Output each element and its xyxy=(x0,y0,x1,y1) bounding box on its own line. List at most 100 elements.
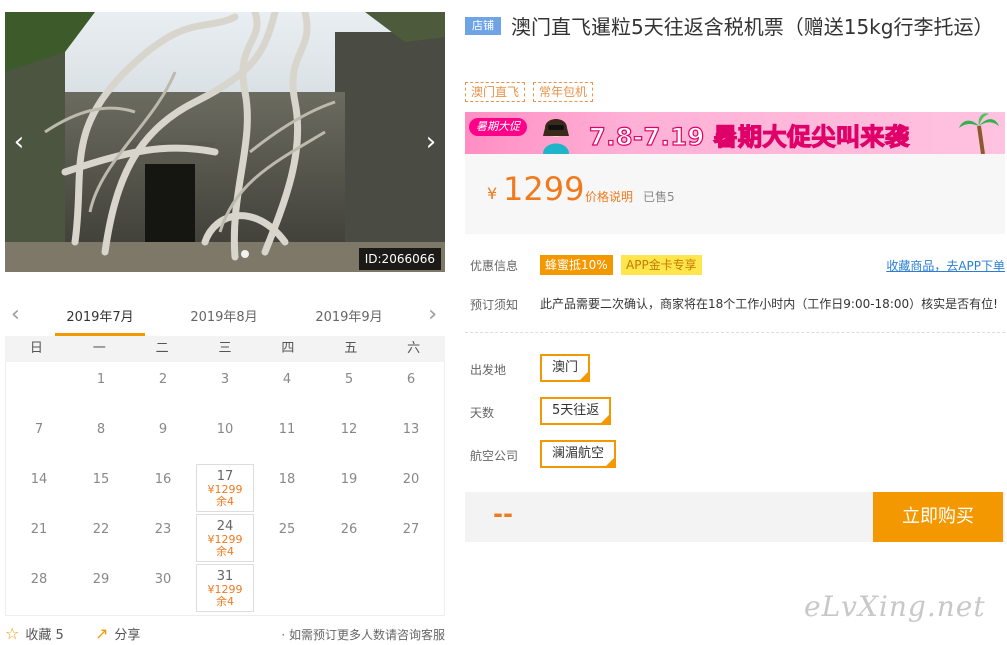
day-number: 16 xyxy=(154,472,172,487)
next-month-icon[interactable]: › xyxy=(428,302,437,327)
day-number: 14 xyxy=(30,472,48,487)
month-tab-august[interactable]: 2019年8月 xyxy=(179,306,269,336)
day-number: 9 xyxy=(158,422,168,437)
favorite-button[interactable]: ☆ 收藏 5 xyxy=(5,624,64,643)
calendar-day: 5 xyxy=(318,364,380,414)
calendar-day: 16 xyxy=(132,464,194,514)
departure-option[interactable]: 澳门 xyxy=(540,354,591,383)
airline-option[interactable]: 澜湄航空 xyxy=(540,440,617,469)
day-number: 12 xyxy=(340,422,358,437)
price-amount: 1299 xyxy=(503,170,585,208)
calendar-day: 23 xyxy=(132,514,194,564)
day-number: 29 xyxy=(92,572,110,587)
weekday: 日 xyxy=(29,341,43,356)
favorite-label: 收藏 5 xyxy=(25,628,64,643)
calendar-day-available[interactable]: 24 ¥1299 余4 xyxy=(196,514,254,562)
day-number: 1 xyxy=(96,372,106,387)
product-tag: 常年包机 xyxy=(533,82,594,102)
promo-girl-icon xyxy=(543,119,569,154)
share-icon: ↗ xyxy=(95,624,109,643)
booking-notice: 此产品需要二次确认，商家将在18个工作小时内（工作日9:00-18:00）核实是… xyxy=(540,297,998,311)
calendar-day: 29 xyxy=(70,564,132,614)
day-number: 10 xyxy=(216,422,234,437)
day-number: 22 xyxy=(92,522,110,537)
shop-badge: 店铺 xyxy=(465,17,501,35)
calendar-day: 10 xyxy=(194,414,256,464)
calendar-month-nav: ‹ 2019年7月 2019年8月 2019年9月 › xyxy=(5,298,445,336)
day-number: 19 xyxy=(340,472,358,487)
price-currency: ¥ xyxy=(487,184,498,203)
calendar-day: 18 xyxy=(256,464,318,514)
days-option[interactable]: 5天往返 xyxy=(540,397,612,426)
calendar-day-available[interactable]: 31 ¥1299 余4 xyxy=(196,564,254,612)
day-number: 28 xyxy=(30,572,48,587)
day-number: 4 xyxy=(282,372,292,387)
day-stock: 余4 xyxy=(216,495,234,508)
calendar-day: 20 xyxy=(380,464,442,514)
day-number: 8 xyxy=(96,422,106,437)
total-price: -- xyxy=(493,500,513,528)
day-number: 21 xyxy=(30,522,48,537)
calendar-day-available[interactable]: 17 ¥1299 余4 xyxy=(196,464,254,512)
group-booking-note: · 如需预订更多人数请咨询客服 xyxy=(281,628,445,642)
discount-label: 优惠信息 xyxy=(470,259,519,273)
temple-photo xyxy=(5,12,445,272)
weekday: 三 xyxy=(218,341,232,356)
month-tab-july[interactable]: 2019年7月 xyxy=(55,306,145,336)
price-box: ¥ 1299 价格说明 已售5 xyxy=(465,154,1005,234)
calendar-day: 11 xyxy=(256,414,318,464)
day-number: 18 xyxy=(278,472,296,487)
prev-month-icon[interactable]: ‹ xyxy=(11,302,20,327)
promo-banner[interactable]: 暑期大促 7.8-7.19 暑期大促尖叫来袭 xyxy=(465,112,1005,154)
calendar-footer: ☆ 收藏 5 ↗ 分享 · 如需预订更多人数请咨询客服 xyxy=(5,624,445,644)
day-number: 6 xyxy=(406,372,416,387)
share-label: 分享 xyxy=(114,628,141,643)
product-image-gallery[interactable]: ‹ › ID:2066066 xyxy=(5,12,445,272)
palm-tree-icon xyxy=(959,113,999,154)
calendar-day: 26 xyxy=(318,514,380,564)
weekday: 六 xyxy=(407,341,421,356)
product-tag: 澳门直飞 xyxy=(465,82,526,102)
promo-text: 7.8-7.19 暑期大促尖叫来袭 xyxy=(588,122,910,151)
day-number: 3 xyxy=(220,372,230,387)
product-tags: 澳门直飞 常年包机 xyxy=(465,82,594,102)
promo-pill: 暑期大促 xyxy=(469,118,527,136)
gallery-page-dot[interactable] xyxy=(241,250,249,258)
image-id-label: ID:2066066 xyxy=(358,248,441,270)
calendar-grid: 1 2 3 4 5 6 7 8 9 10 11 12 13 14 15 16 17 ¥1299 余4 18 19 20 21… xyxy=(5,362,445,616)
notice-label: 预订须知 xyxy=(470,298,519,312)
month-tab-september[interactable]: 2019年9月 xyxy=(304,306,394,336)
day-number: 31 xyxy=(216,569,234,584)
day-number: 30 xyxy=(154,572,172,587)
day-number: 2 xyxy=(158,372,168,387)
discount-badge-app: APP金卡专享 xyxy=(621,255,702,275)
calendar-day: 14 xyxy=(8,464,70,514)
calendar-day: 1 xyxy=(70,364,132,414)
share-button[interactable]: ↗ 分享 xyxy=(95,624,140,643)
buy-now-button[interactable]: 立即购买 xyxy=(873,492,1003,542)
day-number: 24 xyxy=(216,519,234,534)
favorite-app-link[interactable]: 收藏商品，去APP下单 xyxy=(886,257,1005,274)
calendar-day: 22 xyxy=(70,514,132,564)
option-label-airline: 航空公司 xyxy=(470,449,519,463)
day-number: 26 xyxy=(340,522,358,537)
day-number: 5 xyxy=(344,372,354,387)
weekday: 四 xyxy=(281,341,295,356)
sold-count: 已售5 xyxy=(643,190,675,204)
gallery-next-icon[interactable]: › xyxy=(421,129,441,155)
price-explain-link[interactable]: 价格说明 xyxy=(585,188,633,205)
weekday: 一 xyxy=(92,341,106,356)
calendar-day: 3 xyxy=(194,364,256,414)
divider xyxy=(465,332,1005,333)
gallery-prev-icon[interactable]: ‹ xyxy=(9,129,29,155)
calendar-day xyxy=(380,564,442,614)
discount-badge-honey: 蜂蜜抵10% xyxy=(540,255,613,275)
calendar-day: 30 xyxy=(132,564,194,614)
calendar-day: 25 xyxy=(256,514,318,564)
day-stock: 余4 xyxy=(216,595,234,608)
day-number: 25 xyxy=(278,522,296,537)
day-number: 20 xyxy=(402,472,420,487)
calendar-day: 13 xyxy=(380,414,442,464)
star-icon: ☆ xyxy=(5,624,20,643)
calendar-day: 12 xyxy=(318,414,380,464)
